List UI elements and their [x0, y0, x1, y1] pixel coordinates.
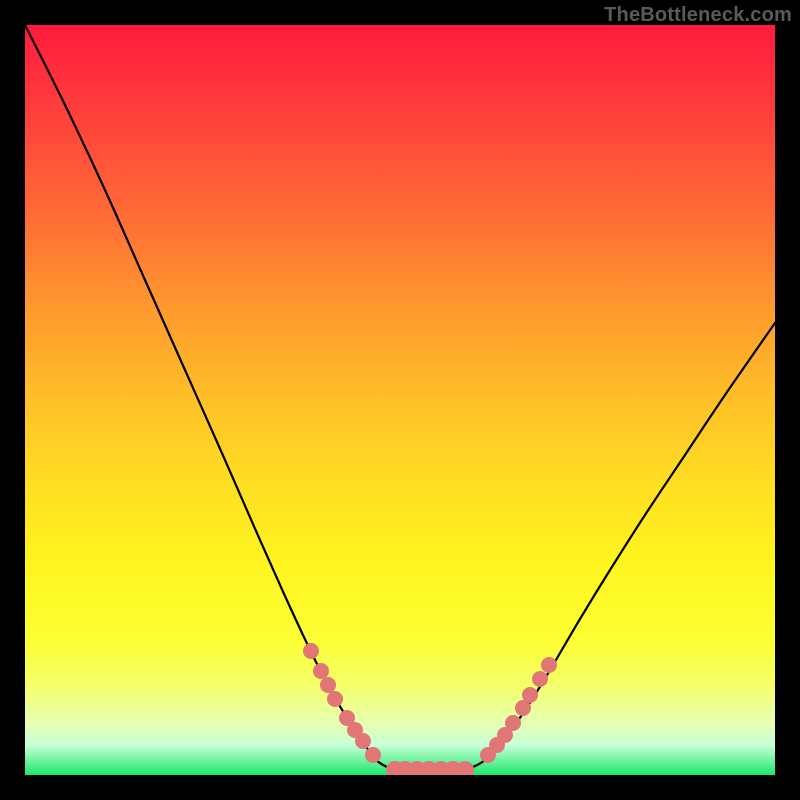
- left-curve: [25, 25, 395, 770]
- right-curve: [465, 323, 775, 770]
- marker-side: [303, 643, 319, 659]
- watermark-label: TheBottleneck.com: [604, 4, 792, 27]
- curve-svg: [25, 25, 775, 775]
- marker-side: [327, 691, 343, 707]
- chart-frame: TheBottleneck.com: [0, 0, 800, 800]
- marker-floor: [456, 761, 474, 775]
- plot-area: [25, 25, 775, 775]
- marker-side: [505, 715, 521, 731]
- marker-side: [365, 747, 381, 763]
- marker-side: [541, 657, 557, 673]
- marker-side: [532, 671, 548, 687]
- marker-side: [522, 687, 538, 703]
- marker-side: [355, 733, 371, 749]
